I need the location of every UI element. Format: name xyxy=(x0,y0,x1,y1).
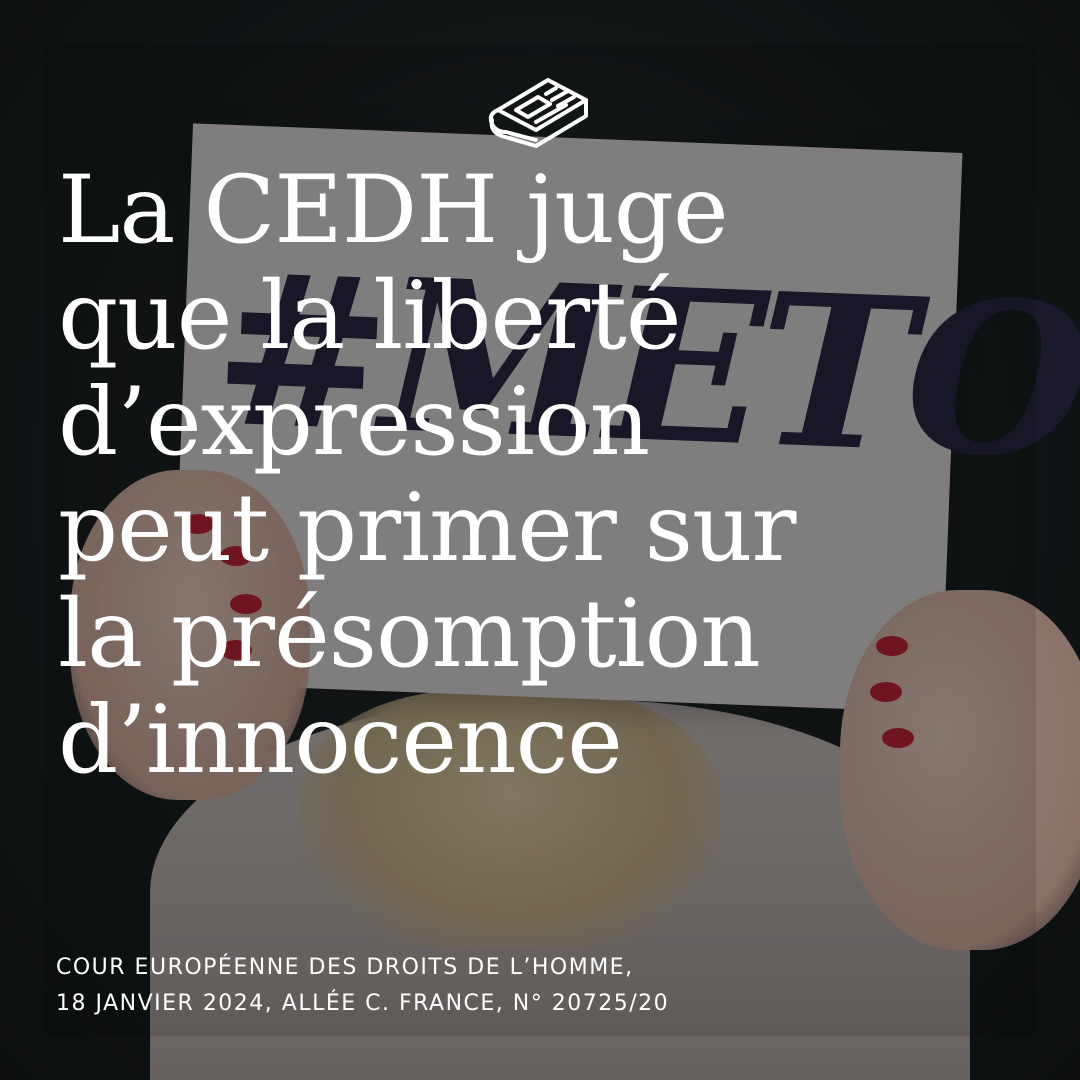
headline: La CEDH juge que la liberté d’expression… xyxy=(58,158,1048,794)
headline-line: la présomption xyxy=(58,580,761,689)
headline-line: La CEDH juge xyxy=(58,156,729,265)
citation-line: COUR EUROPÉENNE DES DROITS DE L’HOMME, xyxy=(56,955,634,980)
case-citation: COUR EUROPÉENNE DES DROITS DE L’HOMME, 1… xyxy=(56,950,1036,1022)
headline-line: d’innocence xyxy=(58,686,623,795)
headline-line: peut primer sur xyxy=(58,474,796,583)
headline-line: que la liberté xyxy=(58,262,681,371)
headline-line: d’expression xyxy=(58,368,650,477)
newspaper-icon xyxy=(488,78,588,148)
social-post: #METOO La CEDH juge que la liberté d’exp… xyxy=(0,0,1080,1080)
citation-line: 18 JANVIER 2024, ALLÉE C. FRANCE, N° 207… xyxy=(56,991,670,1016)
